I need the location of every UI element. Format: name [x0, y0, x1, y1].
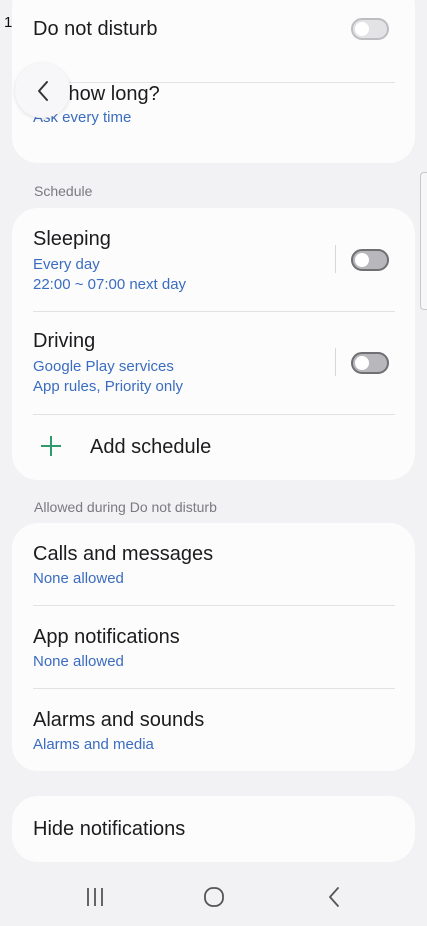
add-schedule-button[interactable]: Add schedule	[12, 415, 415, 480]
back-icon	[37, 80, 48, 101]
toggle-knob	[355, 22, 369, 36]
hide-notifications-label: Hide notifications	[33, 818, 186, 840]
app-notifications-item[interactable]: App notifications None allowed	[12, 606, 415, 688]
item-subtitle: Alarms and media	[33, 736, 154, 753]
item-subtitle: None allowed	[33, 570, 124, 587]
schedule-title: Sleeping	[33, 228, 111, 250]
schedule-card: Sleeping Every day 22:00 ~ 07:00 next da…	[12, 208, 415, 480]
schedule-days: Every day	[33, 256, 100, 273]
duration-row[interactable]: For how long? Ask every time	[12, 83, 415, 163]
schedule-section-header: Schedule	[34, 183, 93, 199]
alarms-and-sounds-item[interactable]: Alarms and sounds Alarms and media	[12, 689, 415, 771]
dnd-toggle-row[interactable]: Do not disturb	[12, 0, 415, 82]
back-button[interactable]	[15, 63, 70, 118]
item-title: App notifications	[33, 626, 180, 648]
nav-back-button[interactable]	[314, 884, 354, 910]
driving-toggle[interactable]	[351, 352, 389, 374]
recents-button[interactable]	[75, 884, 115, 910]
allowed-section-header: Allowed during Do not disturb	[34, 499, 217, 515]
schedule-rules: App rules, Priority only	[33, 378, 184, 395]
back-nav-icon	[329, 887, 339, 907]
allowed-card: Calls and messages None allowed App noti…	[12, 523, 415, 771]
item-title: Alarms and sounds	[33, 709, 205, 731]
add-schedule-label: Add schedule	[90, 436, 212, 458]
scroll-handle[interactable]	[420, 172, 427, 310]
schedule-time: 22:00 ~ 07:00 next day	[33, 276, 187, 293]
schedule-app: Google Play services	[33, 358, 174, 375]
plus-icon	[41, 436, 61, 456]
sleeping-toggle[interactable]	[351, 249, 389, 271]
home-icon	[204, 887, 224, 907]
dnd-toggle[interactable]	[351, 18, 389, 40]
navigation-bar	[0, 866, 427, 926]
toggle-knob	[355, 253, 369, 267]
home-button[interactable]	[194, 884, 234, 910]
item-title: Calls and messages	[33, 543, 214, 565]
schedule-item-driving[interactable]: Driving Google Play services App rules, …	[12, 312, 415, 414]
item-subtitle: None allowed	[33, 653, 124, 670]
hide-notifications-card[interactable]: Hide notifications	[12, 796, 415, 862]
schedule-title: Driving	[33, 330, 96, 352]
calls-and-messages-item[interactable]: Calls and messages None allowed	[12, 523, 415, 605]
toggle-knob	[355, 356, 369, 370]
dnd-label: Do not disturb	[33, 18, 158, 40]
vertical-divider	[335, 348, 336, 376]
schedule-item-sleeping[interactable]: Sleeping Every day 22:00 ~ 07:00 next da…	[12, 208, 415, 311]
vertical-divider	[335, 245, 336, 273]
dnd-card: Do not disturb For how long? Ask every t…	[12, 0, 415, 163]
recents-icon	[87, 888, 103, 906]
